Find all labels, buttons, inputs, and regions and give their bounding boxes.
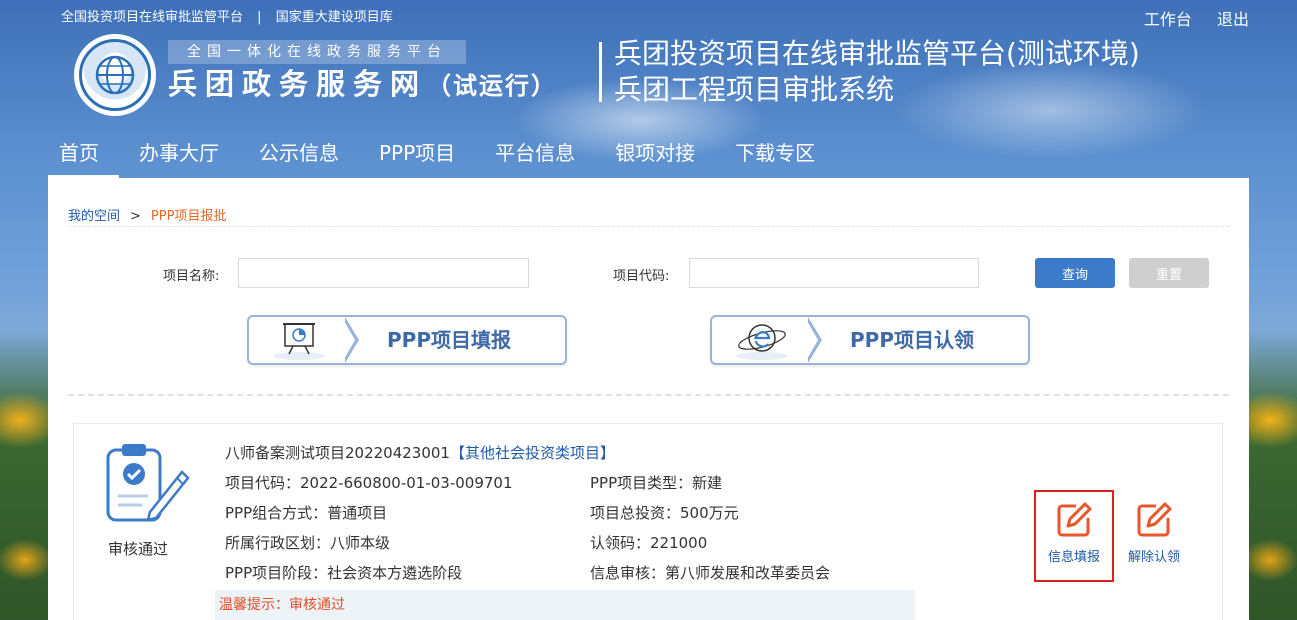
stage-field: PPP项目阶段：社会资本方遴选阶段: [225, 564, 463, 582]
info-fill-button[interactable]: 信息填报: [1034, 490, 1114, 582]
top-links-left: 全国投资项目在线审批监管平台 | 国家重大建设项目库: [61, 6, 393, 25]
workbench-link[interactable]: 工作台: [1144, 10, 1192, 29]
site-logo-icon: [74, 34, 156, 116]
link-national-platform[interactable]: 全国投资项目在线审批监管平台: [61, 10, 243, 25]
ppp-claim-label: PPP项目认领: [850, 328, 974, 352]
edit-icon: [1137, 502, 1172, 537]
divider: [68, 226, 1229, 227]
logo-suffix: （试运行）: [427, 72, 558, 100]
ppp-fill-button[interactable]: PPP项目填报: [247, 315, 567, 365]
project-code-input[interactable]: [689, 258, 979, 288]
region-field: 所属行政区划：八师本级: [225, 534, 391, 552]
reset-button[interactable]: 重置: [1129, 258, 1209, 288]
link-project-library[interactable]: 国家重大建设项目库: [276, 10, 393, 25]
main-panel: 我的空间 > PPP项目报批 项目名称: 项目代码: 查询 重置 PPP项目填报: [48, 178, 1249, 620]
presentation-board-icon: [249, 317, 349, 363]
nav-ppp-project[interactable]: PPP项目: [359, 138, 475, 178]
site-title-line2: 兵团工程项目审批系统: [614, 73, 895, 106]
nav-bank-project[interactable]: 银项对接: [595, 138, 715, 178]
nav-public-info[interactable]: 公示信息: [239, 138, 359, 178]
title-divider: [599, 42, 602, 102]
project-title: 八师备案测试项目20220423001【其他社会投资类项目】: [225, 442, 615, 463]
chevron-right-icon: [806, 317, 822, 363]
site-title-line1: 兵团投资项目在线审批监管平台(测试环境): [614, 37, 1140, 70]
logo-main-title: 兵团政务服务网（试运行）: [168, 64, 557, 106]
unclaim-label: 解除认领: [1127, 550, 1180, 565]
nav-platform-info[interactable]: 平台信息: [475, 138, 595, 178]
combo-field: PPP组合方式：普通项目: [225, 504, 388, 522]
globe-orbit-icon: [712, 317, 812, 363]
project-code-label: 项目代码:: [613, 269, 670, 284]
nav-home[interactable]: 首页: [48, 138, 119, 178]
ppp-type-field: PPP项目类型：新建: [590, 474, 723, 492]
status-label: 审核通过: [108, 540, 169, 558]
review-field: 信息审核：第八师发展和改革委员会: [590, 564, 831, 582]
project-type-tag: 【其他社会投资类项目】: [449, 444, 615, 462]
project-title-text[interactable]: 八师备案测试项目20220423001: [225, 444, 450, 462]
project-name-label: 项目名称:: [163, 269, 220, 284]
clipboard-approved-icon: [106, 444, 190, 522]
nav-downloads[interactable]: 下载专区: [715, 138, 835, 178]
logout-link[interactable]: 退出: [1217, 10, 1249, 29]
divider: [68, 394, 1229, 396]
query-button[interactable]: 查询: [1035, 258, 1115, 288]
edit-icon: [1057, 502, 1092, 537]
ppp-fill-label: PPP项目填报: [387, 328, 511, 352]
project-card: 审核通过 八师备案测试项目20220423001【其他社会投资类项目】 项目代码…: [73, 423, 1223, 620]
unclaim-button[interactable]: 解除认领: [1114, 492, 1194, 565]
globe-icon: [95, 55, 135, 95]
top-links-right: 工作台 退出: [1124, 6, 1249, 30]
breadcrumb-current: PPP项目报批: [150, 209, 227, 224]
site-title: 兵团投资项目在线审批监管平台(测试环境) 兵团工程项目审批系统: [614, 36, 1140, 108]
breadcrumb: 我的空间 > PPP项目报批: [68, 205, 226, 224]
project-code-field: 项目代码：2022-660800-01-03-009701: [225, 474, 513, 492]
breadcrumb-arrow: >: [130, 209, 141, 224]
main-nav: 首页 办事大厅 公示信息 PPP项目 平台信息 银项对接 下载专区: [48, 138, 835, 178]
info-fill-label: 信息填报: [1047, 550, 1100, 565]
warm-tip: 温馨提示：审核通过: [215, 590, 915, 620]
logo-subtitle: 全国一体化在线政务服务平台: [168, 40, 466, 64]
nav-service-hall[interactable]: 办事大厅: [119, 138, 239, 178]
ppp-claim-button[interactable]: PPP项目认领: [710, 315, 1030, 365]
claim-code-field: 认领码：221000: [590, 534, 708, 552]
breadcrumb-home[interactable]: 我的空间: [68, 209, 120, 224]
total-investment-field: 项目总投资：500万元: [590, 504, 739, 522]
project-name-input[interactable]: [238, 258, 529, 288]
chevron-right-icon: [343, 317, 359, 363]
logo-main-text: 兵团政务服务网: [168, 67, 428, 101]
separator: |: [257, 10, 262, 25]
